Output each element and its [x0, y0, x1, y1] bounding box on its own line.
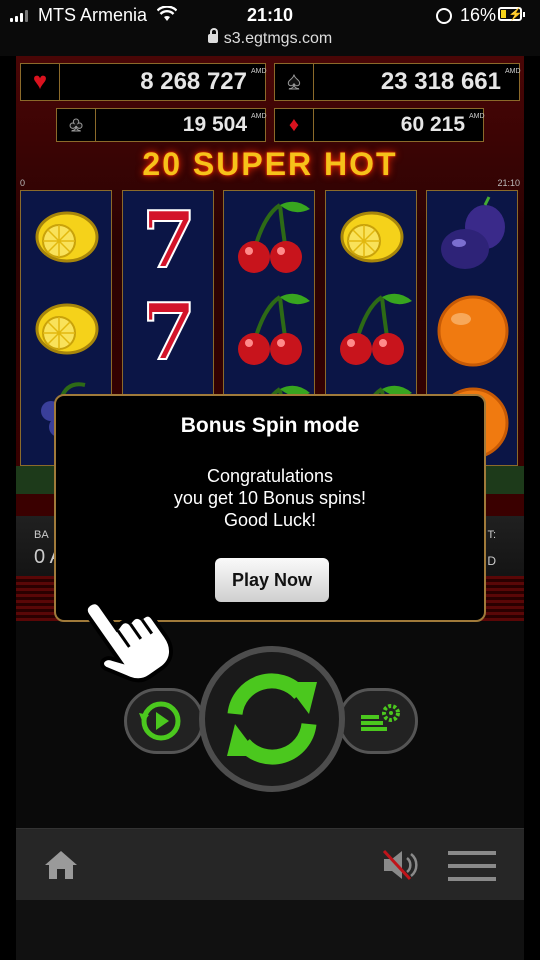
spade-icon: ♠ [275, 64, 314, 100]
game-title: 20 SUPER HOT [142, 146, 398, 182]
spin-button[interactable] [199, 646, 345, 792]
lock-icon [207, 28, 218, 43]
heart-icon: ♥ [21, 64, 60, 100]
cherry-icon [224, 283, 314, 375]
plum-icon [427, 191, 517, 283]
address-bar[interactable]: s3.egtmgs.com [0, 28, 540, 48]
orange-icon [427, 283, 517, 375]
bet-label: T: [487, 529, 496, 541]
cherry-icon [326, 283, 416, 375]
jackpot-currency: AMD [469, 113, 485, 120]
battery-percent: 16% [460, 5, 497, 25]
balance-label: BA [34, 529, 49, 541]
status-time: 21:10 [246, 5, 294, 25]
menu-icon[interactable] [448, 851, 496, 881]
jackpot-currency: AMD [251, 113, 267, 120]
rotation-lock-icon [436, 8, 452, 24]
jackpot-currency: AMD [251, 68, 267, 75]
jackpot-hearts: ♥ 8 268 727 AMD [20, 63, 267, 101]
jackpot-currency: AMD [505, 68, 521, 75]
diamond-icon: ♦ [275, 109, 314, 141]
autoplay-button[interactable] [124, 688, 204, 754]
battery-icon: ⚡ [498, 7, 525, 21]
lemon-icon [21, 283, 111, 375]
mute-icon[interactable] [380, 847, 420, 883]
svg-text:7: 7 [141, 287, 195, 375]
jackpot-diamonds-value: 60 215 [400, 113, 465, 136]
svg-text:7: 7 [141, 195, 195, 283]
play-now-button[interactable]: Play Now [215, 558, 329, 602]
jackpot-spades: ♠ 23 318 661 AMD [274, 63, 521, 101]
dialog-line-1: Congratulations [206, 466, 334, 486]
status-bar: MTS Armenia 21:10 s3.egtmgs.com 16% ⚡ [0, 0, 540, 56]
bottom-nav [16, 828, 524, 901]
jackpot-clubs-value: 19 504 [182, 113, 247, 136]
jackpot-spades-value: 23 318 661 [380, 68, 501, 95]
jackpot-diamonds: ♦ 60 215 AMD [274, 108, 485, 142]
corner-clock: 21:10 [497, 178, 520, 188]
seven-icon: 7 [123, 191, 213, 287]
bet-value: D [487, 554, 496, 568]
dialog-line-3: Good Luck! [223, 510, 317, 530]
cherry-icon [224, 191, 314, 283]
autoplay-icon [139, 701, 181, 741]
seven-icon: 7 [123, 283, 213, 379]
corner-counter: 0 [20, 178, 26, 188]
lemon-icon [326, 191, 416, 283]
dialog-title: Bonus Spin mode [180, 414, 360, 437]
dialog-line-2: you get 10 Bonus spins! [173, 488, 367, 508]
pointer-hand-icon [83, 600, 173, 683]
spin-icon [227, 673, 317, 765]
jackpot-clubs: ♣ 19 504 AMD [56, 108, 267, 142]
lemon-icon [21, 191, 111, 283]
club-icon: ♣ [57, 109, 96, 141]
url-text: s3.egtmgs.com [223, 30, 333, 47]
settings-icon [361, 704, 400, 731]
jackpot-hearts-value: 8 268 727 [140, 68, 247, 95]
settings-button[interactable] [338, 688, 418, 754]
home-icon[interactable] [44, 849, 78, 881]
